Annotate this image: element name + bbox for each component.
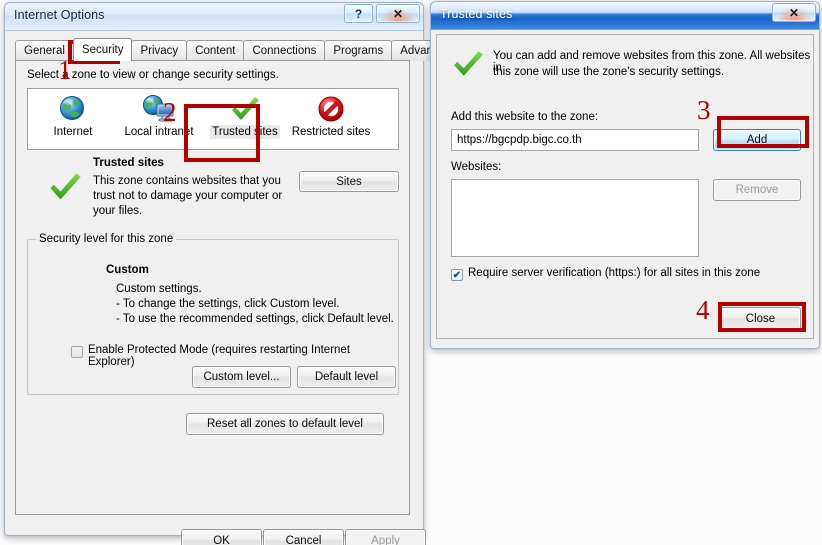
add-website-label: Add this website to the zone: <box>451 111 599 123</box>
zone-detail-name: Trusted sites <box>93 157 164 169</box>
require-verification-label: Require server verification (https:) for… <box>468 267 761 279</box>
websites-label: Websites: <box>451 161 502 173</box>
tab-connections[interactable]: Connections <box>243 40 326 61</box>
security-level-legend: Security level for this zone <box>36 233 177 245</box>
internet-options-titlebar: Internet Options ? ✕ <box>5 3 423 31</box>
zone-internet[interactable]: Internet <box>30 93 116 139</box>
security-level-line-3: - To use the recommended settings, click… <box>116 313 394 325</box>
internet-options-title: Internet Options <box>14 8 105 22</box>
zone-restricted-sites[interactable]: Restricted sites <box>288 93 374 139</box>
info-check-icon <box>451 49 485 84</box>
tab-security[interactable]: Security <box>72 38 133 61</box>
trusted-sites-close-icon[interactable]: ✕ <box>772 3 816 22</box>
websites-listbox[interactable] <box>451 179 699 257</box>
annotation-box-add-button <box>717 116 809 148</box>
zone-detail-desc-1: This zone contains websites that you <box>93 175 281 187</box>
annotation-box-trusted-zone <box>184 104 260 162</box>
annotation-number-4: 4 <box>696 295 710 325</box>
trusted-sites-title: Trusted sites <box>440 7 513 21</box>
trusted-sites-body: You can add and remove websites from thi… <box>436 34 814 339</box>
ok-button[interactable]: OK <box>181 529 262 545</box>
reset-all-zones-button[interactable]: Reset all zones to default level <box>186 413 384 435</box>
close-icon[interactable]: ✕ <box>376 4 420 23</box>
zone-restricted-sites-label: Restricted sites <box>291 126 371 138</box>
checkmark-icon: ✔ <box>452 269 462 281</box>
security-level-group: Security level for this zone Custom Cust… <box>27 233 399 395</box>
sites-button[interactable]: Sites <box>299 171 399 192</box>
trusted-sites-titlebar: Trusted sites ✕ <box>431 2 819 30</box>
annotation-box-close-button <box>718 302 806 332</box>
tab-programs[interactable]: Programs <box>324 40 393 61</box>
info-line-2: this zone will use the zone's security s… <box>493 66 725 78</box>
zone-detail-check-icon <box>47 171 83 208</box>
trusted-sites-dialog: Trusted sites ✕ You can add and remove w… <box>430 1 820 349</box>
help-button[interactable]: ? <box>344 4 373 23</box>
zone-detail-desc-3: your files. <box>93 205 143 217</box>
cancel-button[interactable]: Cancel <box>263 529 344 545</box>
protected-mode-row[interactable]: Enable Protected Mode (requires restarti… <box>71 344 398 368</box>
globe-icon <box>30 93 116 125</box>
website-url-input[interactable]: https://bgcpdp.bigc.co.th <box>451 129 699 151</box>
security-level-line-1: Custom settings. <box>116 283 202 295</box>
tab-content[interactable]: Content <box>186 40 245 61</box>
zone-internet-label: Internet <box>53 126 93 138</box>
tab-privacy[interactable]: Privacy <box>131 40 188 61</box>
protected-mode-label: Enable Protected Mode (requires restarti… <box>87 344 351 368</box>
tab-strip: General Security Privacy Content Connect… <box>15 38 461 61</box>
require-verification-row[interactable]: ✔ Require server verification (https:) f… <box>451 267 761 281</box>
default-level-button[interactable]: Default level <box>297 366 396 388</box>
security-level-line-2: - To change the settings, click Custom l… <box>116 298 340 310</box>
require-verification-checkbox[interactable]: ✔ <box>451 269 463 281</box>
apply-button: Apply <box>345 529 426 545</box>
zone-detail-desc-2: trust not to damage your computer or <box>93 190 283 202</box>
security-level-name: Custom <box>106 264 149 276</box>
annotation-number-2: 2 <box>163 97 177 127</box>
screenshot-root: Internet Options ? ✕ General Security Pr… <box>0 0 822 545</box>
remove-button: Remove <box>713 179 801 201</box>
annotation-number-3: 3 <box>697 95 711 125</box>
custom-level-button[interactable]: Custom level... <box>192 366 291 388</box>
protected-mode-checkbox[interactable] <box>71 346 83 358</box>
zone-detail: Trusted sites This zone contains website… <box>27 157 399 223</box>
red-prohibition-icon <box>288 93 374 125</box>
annotation-number-1: 1 <box>58 55 72 85</box>
